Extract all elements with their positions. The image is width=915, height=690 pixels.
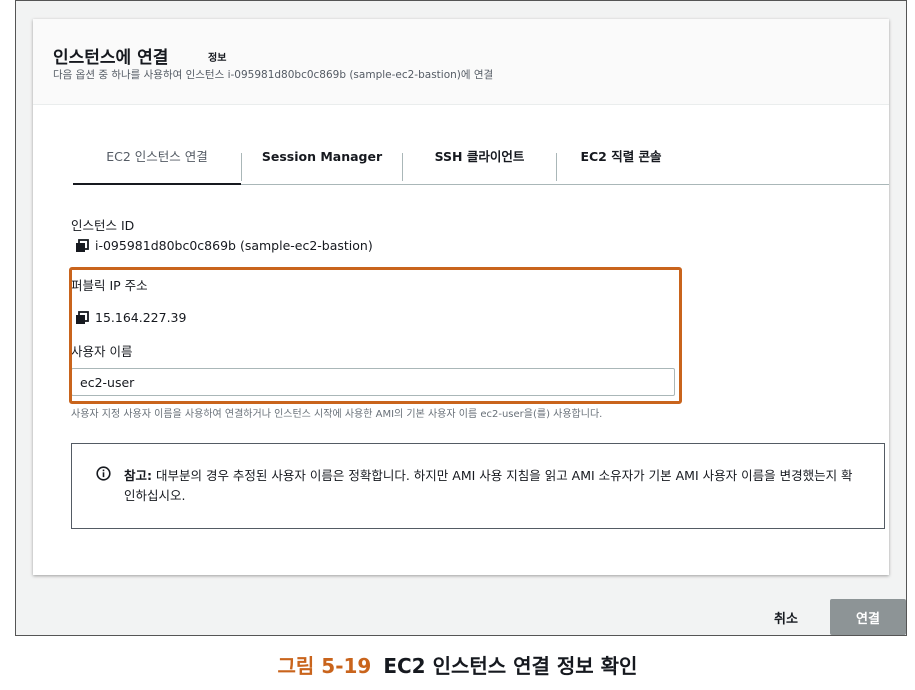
instance-id-row: i-095981d80bc0c869b (sample-ec2-bastion): [75, 238, 373, 253]
username-hint: 사용자 지정 사용자 이름을 사용하여 연결하거나 인스턴스 시작에 사용한 A…: [71, 409, 603, 420]
page-title: 인스턴스에 연결: [53, 48, 169, 68]
cancel-button[interactable]: 취소: [774, 608, 798, 627]
info-alert-text: 참고: 대부분의 경우 추정된 사용자 이름은 정확합니다. 하지만 AMI 사…: [124, 466, 864, 506]
figure-number: 그림 5-19: [277, 654, 372, 678]
note-body: 대부분의 경우 추정된 사용자 이름은 정확합니다. 하지만 AMI 사용 지침…: [124, 468, 853, 503]
tab-ssh-client[interactable]: SSH 클라이언트: [403, 137, 556, 184]
figure-title: EC2 인스턴스 연결 정보 확인: [383, 654, 638, 678]
panel-header: 인스턴스에 연결 정보 다음 옵션 중 하나를 사용하여 인스턴스 i-0959…: [33, 19, 889, 105]
figure-caption: 그림 5-19 EC2 인스턴스 연결 정보 확인: [0, 650, 915, 679]
copy-icon[interactable]: [75, 238, 89, 253]
page-subtitle: 다음 옵션 중 하나를 사용하여 인스턴스 i-095981d80bc0c869…: [53, 69, 494, 81]
connect-button[interactable]: 연결: [830, 599, 906, 635]
screenshot-frame: 인스턴스에 연결 정보 다음 옵션 중 하나를 사용하여 인스턴스 i-0959…: [15, 0, 907, 636]
tab-ec2-instance-connect[interactable]: EC2 인스턴스 연결: [73, 137, 241, 185]
tab-session-manager[interactable]: Session Manager: [242, 137, 402, 184]
connection-method-tabs: EC2 인스턴스 연결 Session Manager SSH 클라이언트 EC…: [73, 137, 889, 185]
tab-ec2-serial-console[interactable]: EC2 직렬 콘솔: [557, 137, 685, 184]
instance-id-label: 인스턴스 ID: [71, 218, 135, 233]
info-link[interactable]: 정보: [208, 49, 226, 64]
info-circle-icon: [96, 466, 111, 481]
highlight-box: [69, 267, 682, 404]
note-prefix: 참고:: [124, 468, 152, 483]
info-alert: 참고: 대부분의 경우 추정된 사용자 이름은 정확합니다. 하지만 AMI 사…: [71, 443, 885, 529]
instance-id-value: i-095981d80bc0c869b (sample-ec2-bastion): [95, 238, 373, 253]
